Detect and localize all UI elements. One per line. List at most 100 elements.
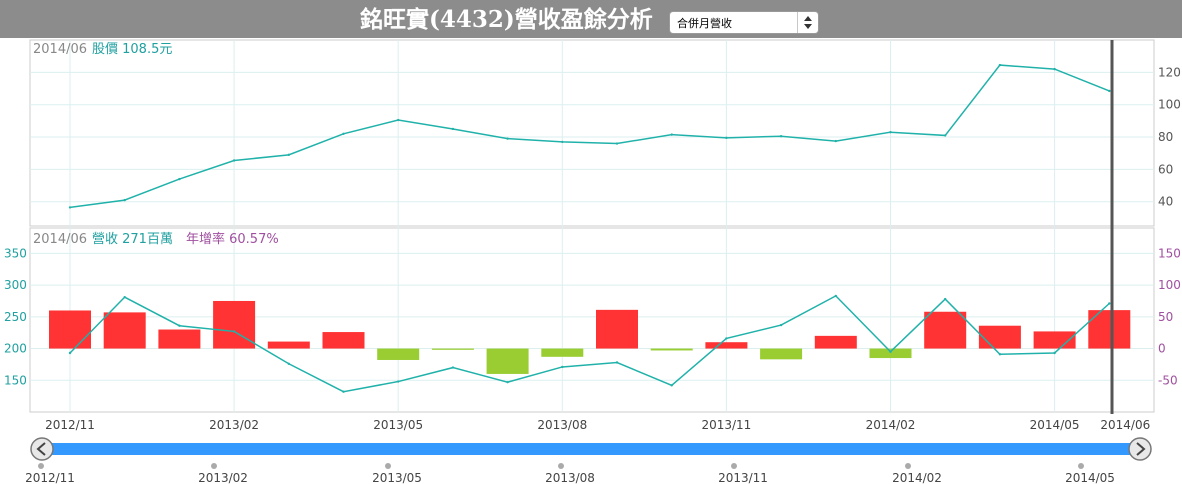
yoy-bar	[213, 300, 256, 349]
slider-tick-label: 2013/02	[198, 471, 248, 484]
price-point	[1053, 67, 1056, 71]
revenue-point	[232, 330, 236, 333]
price-point	[998, 63, 1002, 67]
yoy-bar	[103, 312, 146, 349]
price-point	[123, 198, 126, 202]
slider-tick-dot	[38, 463, 44, 469]
price-chart	[68, 63, 1111, 209]
yoy-bar	[596, 309, 638, 349]
yoy-bar	[978, 325, 1021, 349]
x-tick-label: 2013/11	[701, 418, 751, 432]
revenue-point	[944, 297, 947, 301]
x-tick-label: 2013/02	[209, 418, 259, 432]
revenue-legend-label: 營收 271百萬	[92, 232, 173, 247]
mode-select-value: 合併月營收	[677, 17, 732, 30]
price-point	[889, 130, 892, 134]
yoy-tick-label: 0	[1158, 342, 1166, 356]
slider-tick-dot	[1078, 463, 1084, 469]
yoy-bar	[267, 341, 310, 349]
slider-left-handle[interactable]	[30, 437, 54, 461]
revenue-chart	[49, 294, 1131, 393]
price-point	[178, 177, 181, 181]
slider-tick-dot	[385, 463, 391, 469]
revenue-point	[178, 324, 181, 327]
yoy-bar	[650, 348, 693, 351]
price-point	[451, 127, 455, 131]
price-point	[232, 159, 236, 162]
revenue-point	[561, 365, 564, 369]
chart-area: 40 60 80 100 120 150 200 250 300 350 -50 0 50 100 150 2…	[4, 39, 1181, 432]
yoy-bar	[377, 348, 420, 360]
page-title: 銘旺實(4432)營收盈餘分析	[360, 6, 653, 33]
x-tick-label: 2013/08	[537, 418, 587, 432]
yoy-bar	[705, 342, 748, 349]
revenue-point	[506, 380, 509, 384]
yoy-bar	[814, 335, 857, 349]
slider-tick-label: 2013/05	[372, 471, 422, 484]
revenue-point	[998, 353, 1002, 356]
yoy-tick-label: -50	[1158, 373, 1178, 387]
slider-tick-label: 2012/11	[25, 471, 75, 484]
slider-right-handle[interactable]	[1128, 437, 1152, 461]
price-point	[1108, 89, 1111, 93]
price-point	[725, 136, 728, 140]
price-point	[834, 139, 837, 143]
price-point	[670, 133, 673, 136]
title-bar: 銘旺實(4432)營收盈餘分析 合併月營收	[0, 0, 1182, 38]
revenue-point	[834, 294, 837, 298]
revenue-point	[342, 390, 345, 393]
slider-tick-dot	[905, 463, 911, 469]
x-tick-label: 2014/02	[866, 418, 916, 432]
x-tick-label: 2014/05	[1030, 418, 1080, 432]
price-legend-label: 股價 108.5元	[92, 42, 172, 57]
price-point	[397, 118, 400, 122]
price-tick-label: 100	[1158, 98, 1181, 112]
slider-tick-label: 2014/05	[1065, 471, 1115, 484]
x-tick-label: 2013/05	[373, 418, 423, 432]
revenue-tick-label: 250	[4, 310, 27, 324]
revenue-point	[725, 337, 728, 340]
price-legend-date: 2014/06	[33, 42, 87, 57]
revenue-tick-label: 350	[4, 246, 27, 260]
price-point	[342, 132, 345, 136]
yoy-bar	[486, 348, 529, 374]
slider-track[interactable]	[42, 443, 1142, 455]
price-tick-label: 80	[1158, 130, 1173, 144]
slider-tick-label: 2013/11	[718, 471, 768, 484]
revenue-point	[889, 350, 892, 353]
price-point	[287, 153, 290, 157]
revenue-point	[123, 295, 126, 299]
x-tick-label: 2014/06	[1100, 418, 1150, 432]
yoy-tick-label: 100	[1158, 278, 1181, 292]
slider-tick-label: 2013/08	[545, 471, 595, 484]
price-series-line	[69, 64, 1110, 209]
price-point	[779, 135, 783, 138]
yoy-bar	[49, 310, 91, 349]
revenue-point	[1108, 302, 1111, 305]
yoy-bar	[869, 348, 912, 359]
chevron-up-down-icon	[797, 12, 818, 33]
price-tick-label: 40	[1158, 195, 1173, 209]
price-point	[615, 142, 619, 145]
revenue-legend-date: 2014/06	[33, 232, 87, 247]
yoy-bar	[431, 348, 474, 350]
revenue-point	[68, 351, 72, 355]
revenue-point	[397, 380, 400, 383]
revenue-point	[779, 323, 783, 327]
slider-tick-dot	[731, 463, 737, 469]
yoy-bar	[924, 311, 967, 349]
yoy-bar	[541, 348, 584, 357]
price-point	[506, 137, 509, 140]
revenue-tick-label: 300	[4, 278, 27, 292]
yoy-legend-label: 年增率 60.57%	[186, 231, 279, 247]
revenue-point	[451, 366, 455, 369]
x-tick-label: 2012/11	[45, 418, 95, 432]
yoy-bar	[760, 348, 803, 360]
range-slider[interactable]: 2012/11 2013/02 2013/05 2013/08 2013/11 2014/…	[0, 432, 1182, 484]
price-point	[944, 134, 947, 137]
slider-tick-dot	[558, 463, 564, 469]
price-tick-label: 120	[1158, 65, 1181, 79]
slider-tick-dot	[211, 463, 217, 469]
slider-tick-label: 2014/02	[892, 471, 942, 484]
mode-select[interactable]: 合併月營收	[669, 11, 819, 34]
